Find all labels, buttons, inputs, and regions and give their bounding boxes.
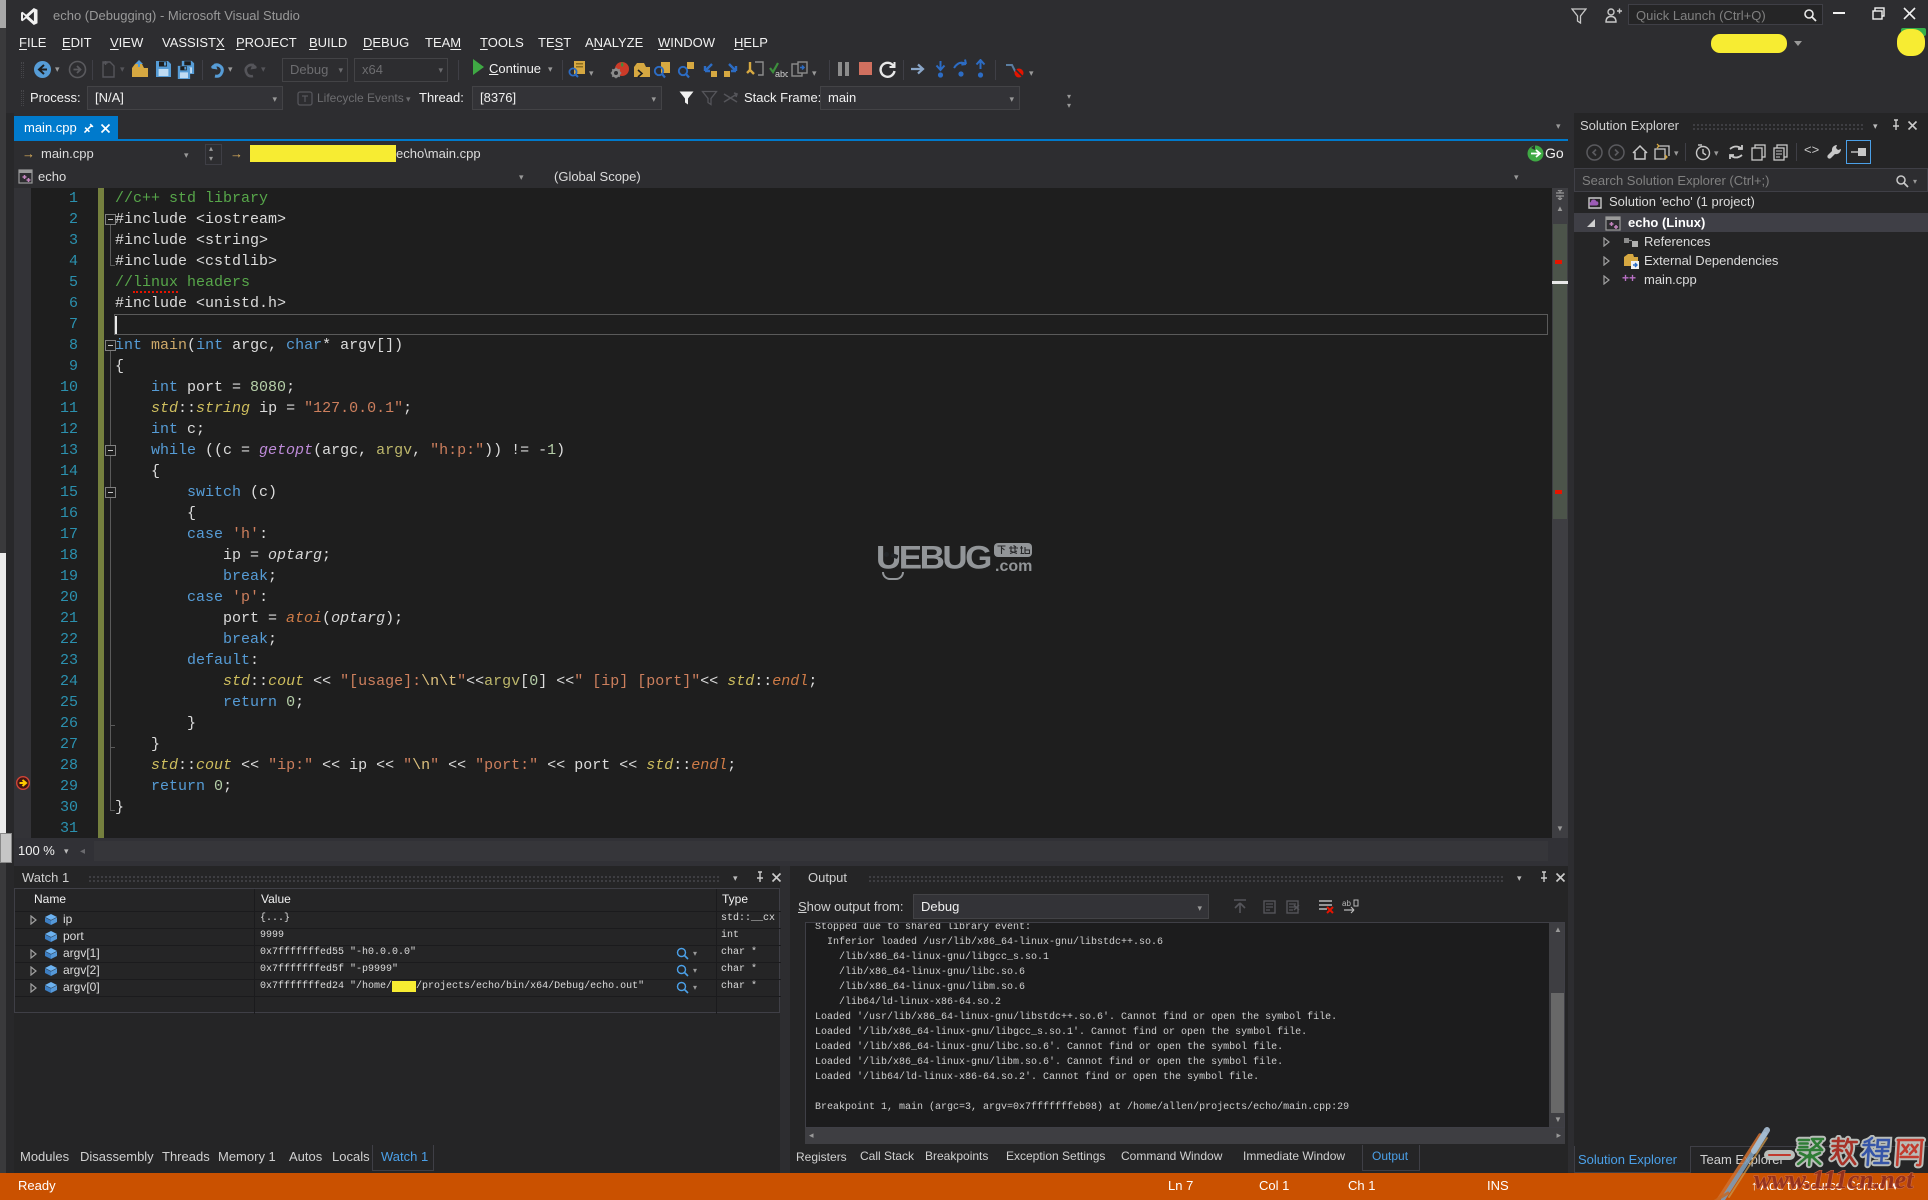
svg-text:ab: ab <box>1342 899 1351 908</box>
svg-text:www.111cn.net: www.111cn.net <box>1754 1170 1914 1194</box>
svg-text:abc: abc <box>775 69 788 79</box>
